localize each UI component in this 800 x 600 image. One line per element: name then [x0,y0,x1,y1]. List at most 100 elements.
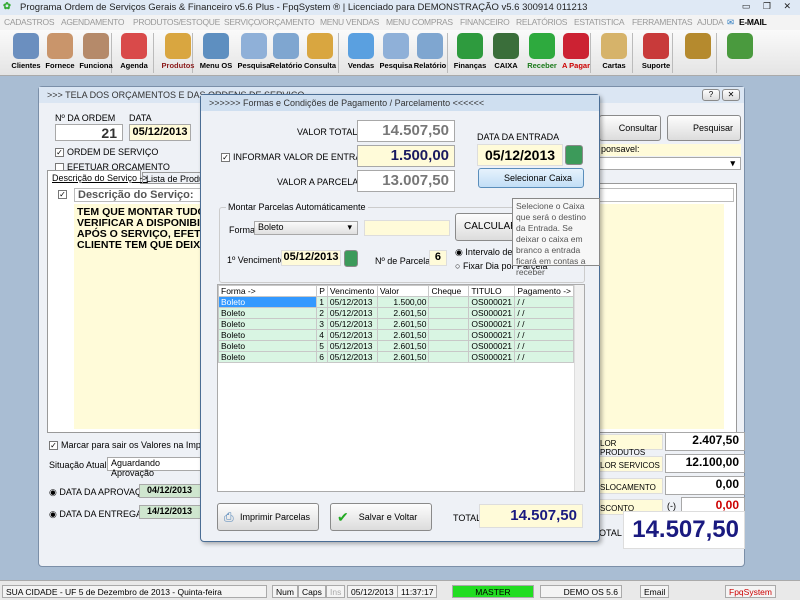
toolbar-button-clientes-0[interactable]: Clientes [8,32,44,74]
grid-cell[interactable]: 05/12/2013 [326,307,378,319]
toolbar-button-pesquisa-10[interactable]: Pesquisa [378,32,414,74]
situacao-select[interactable]: Aguardando Aprovação [107,457,207,478]
grid-cell[interactable]: 05/12/2013 [326,318,378,330]
grid-cell[interactable]: 4 [316,329,328,341]
toolbar-button-funciona-2[interactable]: Funciona [78,32,114,74]
grid-cell[interactable]: 05/12/2013 [326,296,378,308]
tab-descricao[interactable]: Descrição do Serviço -> [47,170,148,184]
grid-cell[interactable]: Boleto [217,307,318,319]
entrega-field[interactable]: 14/12/2013 [139,505,205,519]
grid-cell[interactable]: OS000021 [468,351,516,363]
table-row[interactable]: Boleto 2 05/12/2013 2.601,50 OS000021/ / [217,307,574,319]
toolbar-button-extra-18[interactable] [680,32,716,74]
grid-cell[interactable] [428,351,470,363]
toolbar-button-consulta-8[interactable]: Consulta [302,32,338,74]
toolbar-button-suporte-17[interactable]: Suporte [638,32,674,74]
grid-cell[interactable]: / / [514,296,574,308]
menu-servico[interactable]: SERVIÇO/ORÇAMENTO [224,17,315,27]
col-p[interactable]: P [316,285,328,297]
grid-cell[interactable]: OS000021 [468,340,516,352]
entrada-field[interactable]: 1.500,00 [357,145,455,167]
menu-ferramentas[interactable]: FERRAMENTAS [632,17,693,27]
grid-cell[interactable]: OS000021 [468,296,516,308]
table-row[interactable]: Boleto 1 05/12/2013 1.500,00 OS000021/ / [217,296,574,308]
grid-cell[interactable]: 2.601,50 [376,307,430,319]
menu-compras[interactable]: MENU COMPRAS [386,17,453,27]
salvar-voltar-button[interactable]: ✔ Salvar e Voltar [330,503,432,531]
deslocamento[interactable]: 0,00 [665,476,745,495]
menu-agendamento[interactable]: AGENDAMENTO [61,17,124,27]
col-valor[interactable]: Valor [376,285,430,297]
toolbar-button-fornece-1[interactable]: Fornece [42,32,78,74]
col-forma[interactable]: Forma -> [217,285,318,297]
table-row[interactable]: Boleto 3 05/12/2013 2.601,50 OS000021/ / [217,318,574,330]
grid-cell[interactable]: / / [514,329,574,341]
grid-cell[interactable]: / / [514,307,574,319]
grid-cell[interactable]: 05/12/2013 [326,329,378,341]
menu-produtos[interactable]: PRODUTOS/ESTOQUE [133,17,220,27]
menu-relatorios[interactable]: RELATÓRIOS [516,17,567,27]
toolbar-button-receber-14[interactable]: Receber [524,32,560,74]
toolbar-button-agenda-3[interactable]: Agenda [116,32,152,74]
menu-estatistica[interactable]: ESTATISTICA [574,17,625,27]
forma-select[interactable]: Boleto ▾ [254,221,358,235]
ordem-field[interactable]: 21 [55,124,123,141]
grid-scrollbar[interactable] [574,285,584,491]
grid-cell[interactable]: OS000021 [468,329,516,341]
grid-cell[interactable] [428,296,470,308]
grid-cell[interactable]: Boleto [217,351,318,363]
grid-cell[interactable]: 2 [316,307,328,319]
grid-cell[interactable]: Boleto [217,296,318,308]
window-controls[interactable]: ▭ ❐ ✕ [742,1,796,12]
grid-cell[interactable]: 6 [316,351,328,363]
grid-cell[interactable]: OS000021 [468,318,516,330]
menu-financeiro[interactable]: FINANCEIRO [460,17,510,27]
grid-cell[interactable]: 05/12/2013 [326,351,378,363]
entrega-radio[interactable]: ◉ DATA DA ENTREGA [49,509,142,520]
grid-cell[interactable]: OS000021 [468,307,516,319]
consultar-button[interactable]: Consultar [599,115,661,141]
toolbar-button-produtos-4[interactable]: Produtos [160,32,196,74]
menu-cadastros[interactable]: CADASTROS [4,17,55,27]
table-row[interactable]: Boleto 6 05/12/2013 2.601,50 OS000021/ / [217,351,574,363]
tab-produtos[interactable]: Lista de Produtos [142,172,216,184]
imprimir-parcelas-button[interactable]: ⎙ Imprimir Parcelas [217,503,319,531]
calendar-icon[interactable] [344,250,358,267]
toolbar-button-extra-19[interactable] [722,32,758,74]
grid-cell[interactable]: Boleto [217,329,318,341]
toolbar-button-menuos-5[interactable]: Menu OS [198,32,234,74]
data-field[interactable]: 05/12/2013 [129,124,191,141]
grid-cell[interactable]: / / [514,351,574,363]
table-row[interactable]: Boleto 5 05/12/2013 2.601,50 OS000021/ / [217,340,574,352]
nparcelas-field[interactable]: 6 [429,250,447,266]
grid-cell[interactable]: 2.601,50 [376,340,430,352]
grid-cell[interactable]: 1 [316,296,328,308]
grid-cell[interactable]: Boleto [217,318,318,330]
grid-cell[interactable]: 1.500,00 [376,296,430,308]
col-vencimento[interactable]: Vencimento [326,285,378,297]
parcelas-grid[interactable]: Forma -> P Vencimento Valor Cheque TITULO Paga… [217,284,585,492]
toolbar-button-caixa-13[interactable]: CAIXA [488,32,524,74]
entrada-checkbox[interactable]: ✓ INFORMAR VALOR DE ENTRADA [221,152,374,163]
menu-email[interactable]: E-MAIL [739,17,767,27]
os-checkbox[interactable]: ✓ ORDEM DE SERVIÇO [55,147,158,158]
grid-cell[interactable]: 2.601,50 [376,318,430,330]
pesquisar-button[interactable]: Pesquisar [667,115,741,141]
grid-cell[interactable]: 2.601,50 [376,351,430,363]
grid-cell[interactable] [428,307,470,319]
toolbar-button-finanas-12[interactable]: Finanças [452,32,488,74]
toolbar-button-relatrio-7[interactable]: Relatório [268,32,304,74]
table-row[interactable]: Boleto 4 05/12/2013 2.601,50 OS000021/ / [217,329,574,341]
toolbar-button-pesquisa-6[interactable]: Pesquisa [236,32,272,74]
calendar-icon[interactable] [565,145,583,165]
grid-cell[interactable]: 3 [316,318,328,330]
status-brand[interactable]: FpqSystem [725,585,776,598]
grid-cell[interactable]: / / [514,340,574,352]
status-email[interactable]: Email [640,585,670,598]
grid-cell[interactable]: / / [514,318,574,330]
toolbar-button-apagar-15[interactable]: A Pagar [558,32,594,74]
toolbar-button-vendas-9[interactable]: Vendas [343,32,379,74]
col-titulo[interactable]: TITULO [468,285,516,297]
vencimento-field[interactable]: 05/12/2013 [281,250,341,266]
responsavel-select[interactable]: ▾ [599,157,741,170]
